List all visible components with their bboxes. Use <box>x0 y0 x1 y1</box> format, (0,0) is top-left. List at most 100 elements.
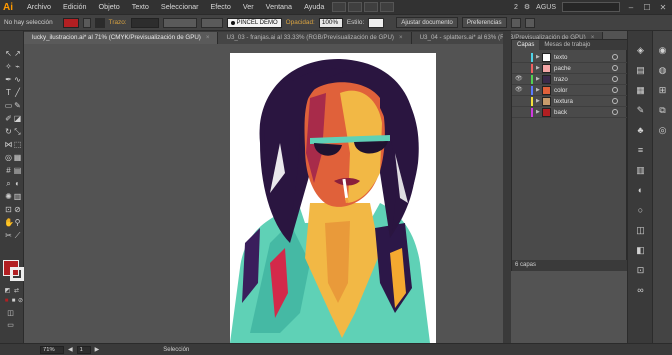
layer-name[interactable]: trazo <box>554 76 568 83</box>
menu-archivo[interactable]: Archivo <box>21 0 57 14</box>
fill-color-swatch[interactable] <box>62 17 79 28</box>
transparency-icon[interactable]: ◐ <box>635 185 646 196</box>
expand-triangle-icon[interactable]: ▶ <box>536 87 540 93</box>
gradient-icon[interactable]: ▥ <box>635 165 646 176</box>
pen-tool-icon[interactable]: ✒ <box>4 75 13 84</box>
width-tool-icon[interactable]: ⋈ <box>4 140 13 149</box>
search-input[interactable] <box>562 2 620 12</box>
shape-builder-tool-icon[interactable]: ◎ <box>4 153 13 162</box>
align-options-icon[interactable] <box>510 17 521 28</box>
shaper-tool-icon[interactable]: ✐ <box>4 114 13 123</box>
transform-icon[interactable]: ◎ <box>657 125 668 136</box>
free-transform-tool-icon[interactable]: ⬚ <box>13 140 22 149</box>
fill-dropdown[interactable] <box>82 17 91 28</box>
stroke-color-box[interactable] <box>10 267 24 281</box>
arrange-documents-icon[interactable] <box>364 2 379 12</box>
appearance-icon[interactable]: ○ <box>635 205 646 216</box>
artboards-icon[interactable]: ⊡ <box>635 265 646 276</box>
lasso-tool-icon[interactable]: ⌁ <box>13 62 22 71</box>
layer-target-icon[interactable] <box>612 76 618 82</box>
control-menu-icon[interactable] <box>524 17 535 28</box>
mesh-tool-icon[interactable]: # <box>4 166 13 175</box>
swap-colors-icon[interactable]: ⇄ <box>12 287 21 296</box>
paintbrush-tool-icon[interactable]: ✎ <box>13 101 22 110</box>
menu-ayuda[interactable]: Ayuda <box>298 0 330 14</box>
expand-triangle-icon[interactable]: ▶ <box>536 109 540 115</box>
tab-lucky-ilustracion[interactable]: lucky_ilustracion.ai* al 71% (CMYK/Previ… <box>24 32 219 44</box>
layer-row-back[interactable]: ▶ back <box>512 107 628 118</box>
collapsed-panel-strip[interactable] <box>503 31 511 343</box>
layer-name[interactable]: textura <box>554 98 573 105</box>
gradient-tool-icon[interactable]: ▤ <box>13 166 22 175</box>
slice-tool-icon[interactable]: ⊘ <box>13 205 22 214</box>
brushes-icon[interactable]: ✎ <box>635 105 646 116</box>
color-guide-icon[interactable]: ◍ <box>657 65 668 76</box>
symbol-sprayer-tool-icon[interactable]: ✺ <box>4 192 13 201</box>
preferences-button[interactable]: Preferencias <box>461 17 507 28</box>
knife-tool-icon[interactable]: ⟋ <box>13 231 22 240</box>
layer-name[interactable]: texto <box>554 54 567 61</box>
next-artboard-icon[interactable]: ▶ <box>95 346 100 353</box>
layer-row-textura[interactable]: ▶ textura <box>512 96 628 107</box>
close-button[interactable]: ✕ <box>658 3 668 12</box>
curvature-tool-icon[interactable]: ∿ <box>13 75 22 84</box>
stroke-swatch[interactable] <box>94 17 105 28</box>
drawing-modes-icon[interactable]: ◫ <box>6 309 15 318</box>
perspective-grid-tool-icon[interactable]: ▦ <box>13 153 22 162</box>
layer-row-texto[interactable]: ▶ texto <box>512 52 628 63</box>
sync-icon[interactable]: ⚙ <box>524 3 530 11</box>
menu-seleccionar[interactable]: Seleccionar <box>155 0 205 14</box>
variable-width-dropdown[interactable] <box>162 17 197 28</box>
menu-efecto[interactable]: Efecto <box>204 0 236 14</box>
layer-row-color[interactable]: 👁 ▶ color <box>512 85 628 96</box>
stroke-icon[interactable]: ≡ <box>635 145 646 156</box>
maximize-button[interactable]: ☐ <box>642 3 652 12</box>
eyedropper-tool-icon[interactable]: ⌕ <box>4 179 13 188</box>
user-name[interactable]: AGUS <box>536 4 556 11</box>
bridge-icon[interactable] <box>332 2 347 12</box>
layer-name[interactable]: color <box>554 87 567 94</box>
layers-icon[interactable]: ◧ <box>635 245 646 256</box>
layer-target-icon[interactable] <box>612 98 618 104</box>
illustration-woman-portrait[interactable] <box>230 53 436 343</box>
layer-name[interactable]: back <box>554 109 567 116</box>
document-setup-button[interactable]: Ajustar documento <box>396 17 458 28</box>
close-tab-icon[interactable]: × <box>206 34 210 41</box>
layer-row-trazo[interactable]: 👁 ▶ trazo <box>512 74 628 85</box>
symbols-icon[interactable]: ♣ <box>635 125 646 136</box>
expand-triangle-icon[interactable]: ▶ <box>536 54 540 60</box>
expand-triangle-icon[interactable]: ▶ <box>536 65 540 71</box>
opacity-field[interactable]: 100% <box>318 17 343 28</box>
stroke-label[interactable]: Trazo: <box>109 19 127 26</box>
align-icon[interactable]: ⊞ <box>657 85 668 96</box>
graph-tool-icon[interactable]: ▥ <box>13 192 22 201</box>
menu-objeto[interactable]: Objeto <box>93 0 126 14</box>
gpu-performance-icon[interactable] <box>380 2 395 12</box>
tab-capas[interactable]: Capas <box>512 40 540 50</box>
tab-franjas[interactable]: U3_03 - franjas.ai al 33.33% (RGB/Previs… <box>218 32 412 44</box>
links-icon[interactable]: ∞ <box>635 285 646 296</box>
scissors-tool-icon[interactable]: ✂ <box>4 231 13 240</box>
selection-tool-icon[interactable]: ↖ <box>4 49 13 58</box>
visibility-eye-icon[interactable]: 👁 <box>515 76 523 82</box>
minimize-button[interactable]: – <box>626 3 636 12</box>
blend-tool-icon[interactable]: ◐ <box>13 179 22 188</box>
pathfinder-icon[interactable]: ⧉ <box>657 105 668 116</box>
artboard-number-field[interactable]: 1 <box>76 345 91 354</box>
libraries-icon[interactable]: ◈ <box>635 45 646 56</box>
swatches-icon[interactable]: ▦ <box>635 85 646 96</box>
brush-dropdown-left[interactable] <box>200 17 223 28</box>
expand-triangle-icon[interactable]: ▶ <box>536 98 540 104</box>
menu-ventana[interactable]: Ventana <box>260 0 298 14</box>
properties-icon[interactable]: ▤ <box>635 65 646 76</box>
style-dropdown[interactable] <box>368 17 385 28</box>
canvas-area[interactable] <box>24 44 504 343</box>
artboard-tool-icon[interactable]: ⊡ <box>4 205 13 214</box>
rectangle-tool-icon[interactable]: ▭ <box>4 101 13 110</box>
menu-texto[interactable]: Texto <box>126 0 155 14</box>
magic-wand-icon[interactable]: ✧ <box>4 62 13 71</box>
layer-target-icon[interactable] <box>612 54 618 60</box>
close-tab-icon[interactable]: × <box>399 34 403 41</box>
stroke-weight-field[interactable] <box>130 17 159 28</box>
scale-tool-icon[interactable]: ⤡ <box>13 127 22 136</box>
